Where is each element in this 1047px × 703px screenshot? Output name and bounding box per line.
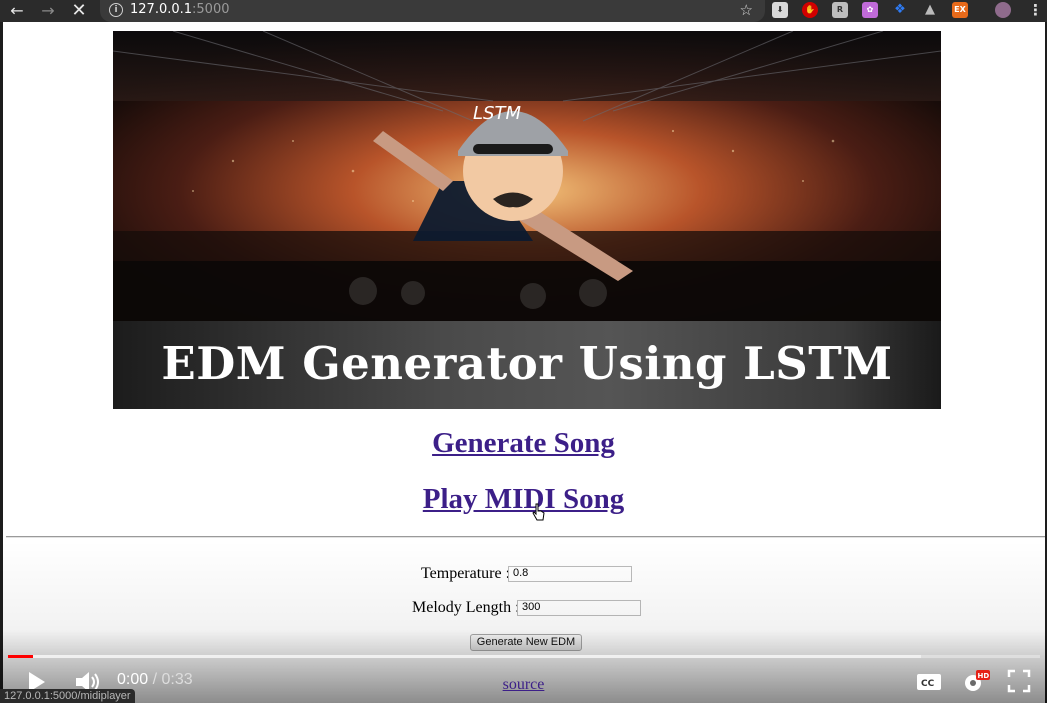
generate-new-edm-button[interactable]: Generate New EDM [470, 634, 582, 651]
source-link[interactable]: source [503, 676, 545, 693]
reader-extension-icon[interactable]: R [832, 2, 848, 18]
temperature-label: Temperature : [421, 565, 511, 582]
browser-toolbar: ← → ✕ i 127.0.0.1:5000 ☆ ⬇ ✋ R ✿ ❖ ▲ EX … [0, 0, 1047, 22]
drive-extension-icon[interactable]: ▲ [922, 2, 938, 18]
video-progress-bar[interactable] [8, 655, 1040, 658]
bookmark-star-icon[interactable]: ☆ [740, 1, 753, 19]
hand-cursor-icon [532, 503, 545, 521]
back-arrow-icon[interactable]: ← [6, 0, 28, 22]
ex-extension-icon[interactable]: EX [952, 2, 968, 18]
profile-avatar-icon[interactable] [995, 2, 1011, 18]
melody-length-input[interactable]: 300 [517, 600, 641, 616]
source-row: source [0, 676, 1047, 694]
video-buffer-bar [8, 655, 922, 658]
forward-arrow-icon[interactable]: → [37, 0, 59, 22]
dropbox-extension-icon[interactable]: ❖ [892, 2, 908, 18]
download-extension-icon[interactable]: ⬇ [772, 2, 788, 18]
video-played-bar [8, 655, 33, 658]
cat-extension-icon[interactable]: ✿ [862, 2, 878, 18]
site-info-icon[interactable]: i [109, 3, 123, 17]
link-status-bar: 127.0.0.1:5000/midiplayer [0, 689, 135, 703]
temperature-input[interactable]: 0.8 [508, 566, 632, 582]
address-bar[interactable]: i 127.0.0.1:5000 ☆ [100, 0, 765, 22]
adblock-extension-icon[interactable]: ✋ [802, 2, 818, 18]
banner-image: LSTM EDM Generator Using LSTM [113, 31, 941, 409]
melody-length-label: Melody Length : [412, 599, 520, 616]
svg-text:CC: CC [921, 679, 935, 689]
stop-loading-icon[interactable]: ✕ [68, 0, 90, 22]
fullscreen-icon[interactable] [1007, 669, 1031, 693]
play-midi-song-link[interactable]: Play MIDI Song [423, 483, 624, 515]
page-title: EDM Generator Using LSTM [161, 337, 893, 390]
generate-song-link[interactable]: Generate Song [432, 427, 615, 459]
play-midi-row: Play MIDI Song [0, 483, 1047, 516]
concert-crowd-illustration: LSTM [113, 31, 941, 321]
url-text[interactable]: 127.0.0.1:5000 [130, 2, 230, 17]
badge-text: LSTM [473, 103, 521, 124]
hd-badge: HD [978, 672, 990, 680]
page-frame-left [0, 22, 3, 703]
settings-gear-icon[interactable]: HD [962, 670, 990, 694]
section-divider [6, 536, 1045, 538]
menu-icon[interactable]: ⋮ [1028, 1, 1043, 19]
generate-song-row: Generate Song [0, 427, 1047, 460]
captions-icon[interactable]: CC [916, 672, 942, 692]
